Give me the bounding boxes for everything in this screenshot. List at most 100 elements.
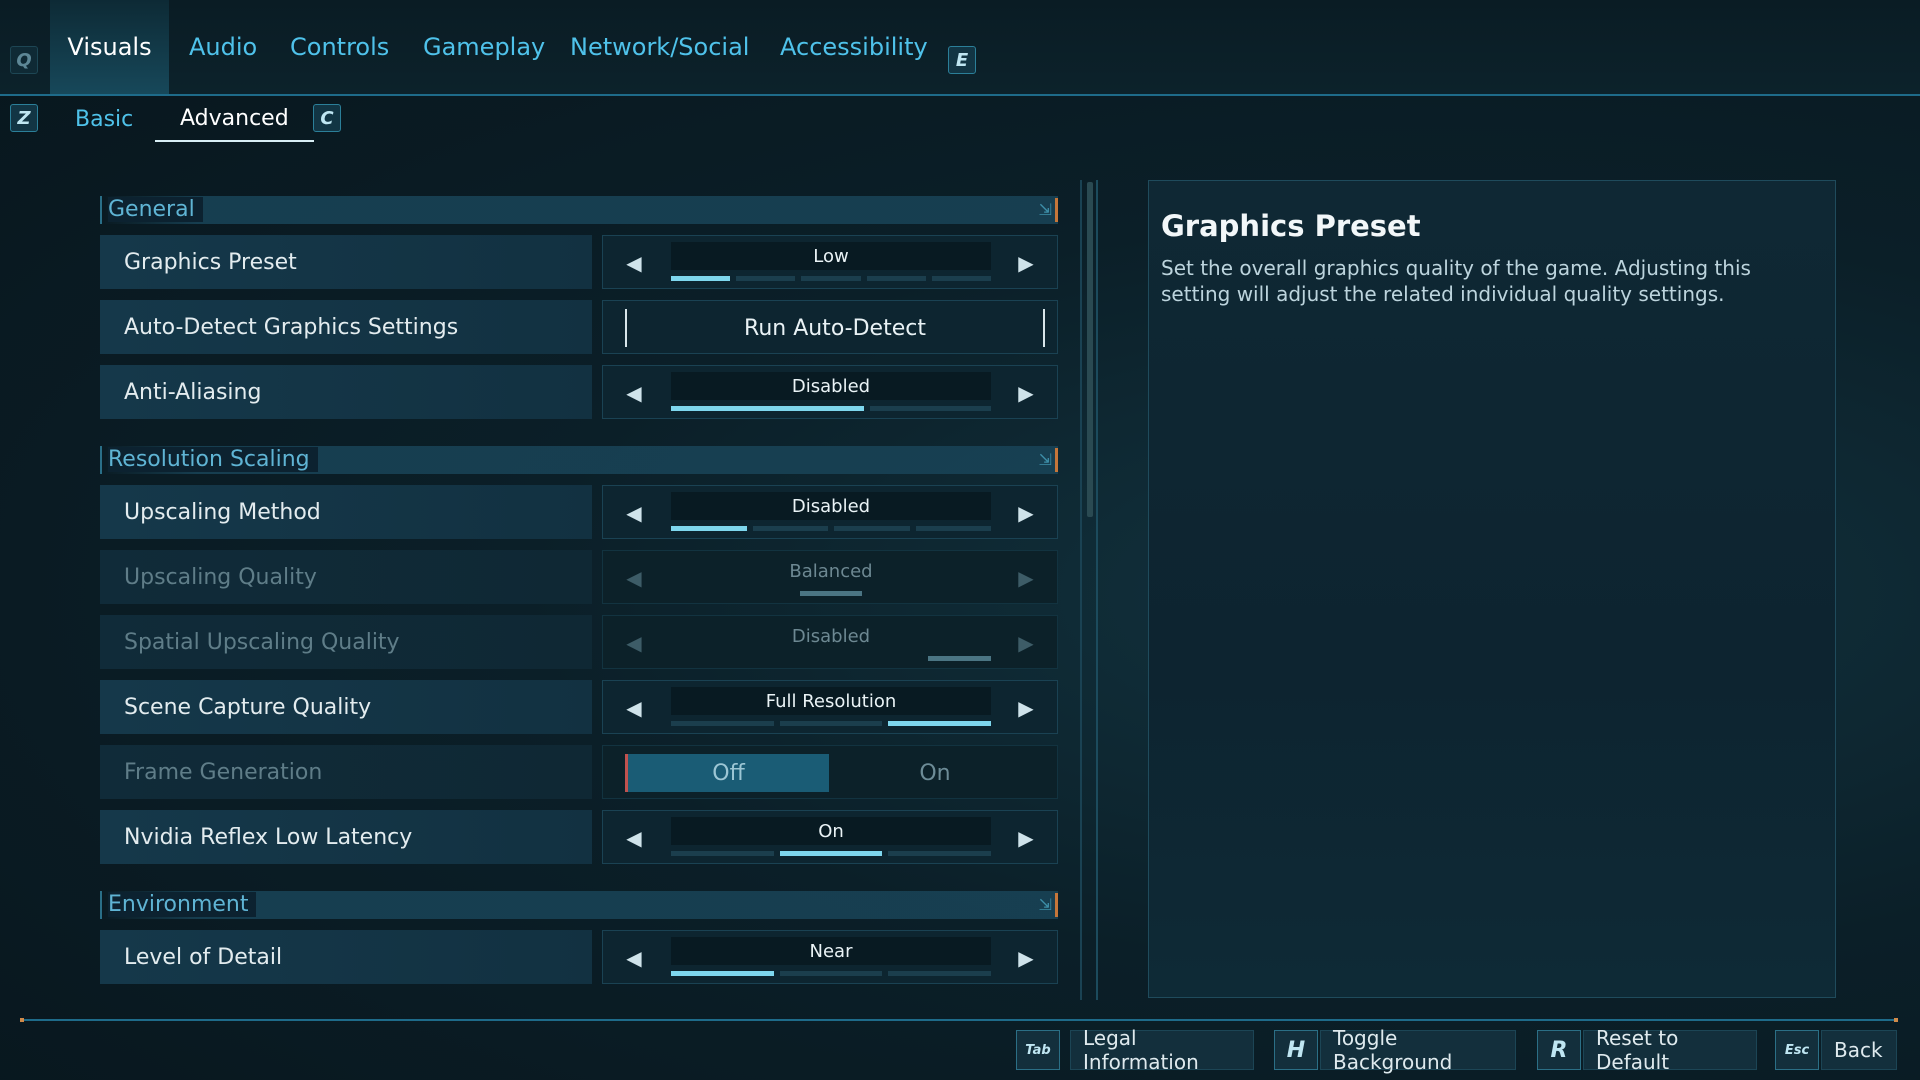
- selector-spatial-upscaling-quality: ◀ Disabled ▶: [602, 615, 1058, 669]
- collapse-icon[interactable]: ⇲: [1039, 895, 1052, 914]
- selector-graphics-preset[interactable]: ◀ Low ▶: [602, 235, 1058, 289]
- level-indicator: [671, 526, 991, 531]
- reset-to-default-button[interactable]: Reset to Default: [1583, 1026, 1757, 1074]
- setting-row-scene-capture-quality[interactable]: Scene Capture Quality ◀ Full Resolution …: [100, 680, 1058, 734]
- arrow-right-icon: ▶: [1018, 566, 1034, 590]
- footer-accent: [1894, 1018, 1898, 1022]
- arrow-left-icon: ◀: [626, 566, 642, 590]
- tab-gameplay[interactable]: Gameplay: [403, 0, 565, 94]
- level-segment: [671, 721, 774, 726]
- level-segment: [931, 276, 992, 281]
- scrollbar-divider: [1096, 180, 1098, 1000]
- setting-label: Anti-Aliasing: [100, 365, 592, 419]
- subtab-next-key-hint[interactable]: C: [313, 104, 341, 132]
- arrow-right-icon[interactable]: ▶: [1013, 250, 1039, 276]
- section-title: Environment: [108, 892, 257, 917]
- description-panel: Graphics Preset Set the overall graphics…: [1148, 180, 1836, 998]
- arrow-left-icon[interactable]: ◀: [621, 380, 647, 406]
- setting-label: Scene Capture Quality: [100, 680, 592, 734]
- scrollbar-thumb[interactable]: [1087, 182, 1093, 517]
- selector-upscaling-quality: ◀ Balanced ▶: [602, 550, 1058, 604]
- section-accent: [1055, 893, 1058, 917]
- tab-accessibility[interactable]: Accessibility: [760, 0, 948, 94]
- esc-key-icon[interactable]: Esc: [1775, 1030, 1819, 1070]
- setting-row-auto-detect[interactable]: Auto-Detect Graphics Settings Run Auto-D…: [100, 300, 1058, 354]
- legal-information-button[interactable]: Legal Information: [1070, 1026, 1254, 1074]
- collapse-icon[interactable]: ⇲: [1039, 450, 1052, 469]
- setting-label: Frame Generation: [100, 745, 592, 799]
- arrow-right-icon[interactable]: ▶: [1013, 695, 1039, 721]
- section-title: General: [108, 197, 203, 222]
- level-indicator: [671, 851, 992, 856]
- setting-label: Upscaling Method: [100, 485, 592, 539]
- run-auto-detect-button[interactable]: Run Auto-Detect: [625, 309, 1045, 347]
- level-segment: [915, 526, 991, 531]
- level-segment: [888, 721, 992, 726]
- toggle-frame-generation: Off On: [602, 745, 1058, 799]
- tab-audio[interactable]: Audio: [169, 0, 277, 94]
- subtab-advanced[interactable]: Advanced: [155, 96, 314, 142]
- section-header-resolution-scaling: Resolution Scaling ⇲: [100, 446, 1058, 474]
- arrow-left-icon[interactable]: ◀: [621, 695, 647, 721]
- r-key-icon[interactable]: R: [1537, 1030, 1581, 1070]
- arrow-right-icon[interactable]: ▶: [1013, 945, 1039, 971]
- selector-value: Disabled: [671, 492, 991, 520]
- arrow-right-icon[interactable]: ▶: [1013, 500, 1039, 526]
- level-segment: [671, 406, 865, 411]
- arrow-left-icon: ◀: [626, 631, 642, 655]
- tab-network-social[interactable]: Network/Social: [550, 0, 769, 94]
- level-segment: [928, 656, 991, 661]
- level-segment: [779, 721, 883, 726]
- selector-value: Low: [671, 242, 991, 270]
- tab-prev-key-hint[interactable]: Q: [10, 46, 38, 74]
- level-indicator: [671, 656, 991, 661]
- description-text: Set the overall graphics quality of the …: [1161, 256, 1751, 306]
- toggle-background-button[interactable]: Toggle Background: [1320, 1026, 1516, 1074]
- level-segment: [834, 526, 910, 531]
- subtab-basic[interactable]: Basic: [50, 96, 158, 142]
- setting-row-graphics-preset[interactable]: Graphics Preset ◀ Low ▶: [100, 235, 1058, 289]
- section-accent: [1055, 198, 1058, 222]
- level-segment: [866, 276, 926, 281]
- back-button[interactable]: Back: [1821, 1030, 1897, 1070]
- level-segment: [801, 276, 861, 281]
- selector-value: Disabled: [791, 625, 871, 647]
- arrow-right-icon[interactable]: ▶: [1013, 380, 1039, 406]
- arrow-right-icon[interactable]: ▶: [1013, 825, 1039, 851]
- arrow-left-icon[interactable]: ◀: [621, 250, 647, 276]
- level-segment: [779, 851, 883, 856]
- level-segment: [868, 591, 991, 596]
- level-indicator: [671, 406, 991, 411]
- arrow-left-icon[interactable]: ◀: [621, 945, 647, 971]
- setting-label: Spatial Upscaling Quality: [100, 615, 592, 669]
- tab-next-key-hint[interactable]: E: [948, 46, 976, 74]
- selector-upscaling-method[interactable]: ◀ Disabled ▶: [602, 485, 1058, 539]
- selector-value: Near: [671, 937, 991, 965]
- selector-anti-aliasing[interactable]: ◀ Disabled ▶: [602, 365, 1058, 419]
- selector-nvidia-reflex[interactable]: ◀ On ▶: [602, 810, 1058, 864]
- arrow-left-icon[interactable]: ◀: [621, 825, 647, 851]
- subtab-prev-key-hint[interactable]: Z: [10, 104, 38, 132]
- level-indicator: [671, 591, 991, 596]
- collapse-icon[interactable]: ⇲: [1039, 200, 1052, 219]
- level-segment: [671, 526, 747, 531]
- setting-row-level-of-detail[interactable]: Level of Detail ◀ Near ▶: [100, 930, 1058, 984]
- setting-row-anti-aliasing[interactable]: Anti-Aliasing ◀ Disabled ▶: [100, 365, 1058, 419]
- tab-visuals[interactable]: Visuals: [50, 0, 169, 94]
- level-segment: [671, 656, 922, 661]
- setting-row-nvidia-reflex[interactable]: Nvidia Reflex Low Latency ◀ On ▶: [100, 810, 1058, 864]
- arrow-left-icon[interactable]: ◀: [621, 500, 647, 526]
- tab-controls[interactable]: Controls: [270, 0, 409, 94]
- level-segment: [736, 276, 796, 281]
- setting-row-upscaling-method[interactable]: Upscaling Method ◀ Disabled ▶: [100, 485, 1058, 539]
- tab-key-icon[interactable]: Tab: [1016, 1030, 1060, 1070]
- selector-scene-capture-quality[interactable]: ◀ Full Resolution ▶: [602, 680, 1058, 734]
- toggle-on-option: On: [919, 760, 951, 786]
- setting-row-spatial-upscaling-quality: Spatial Upscaling Quality ◀ Disabled ▶: [100, 615, 1058, 669]
- level-indicator: [671, 721, 992, 726]
- selector-level-of-detail[interactable]: ◀ Near ▶: [602, 930, 1058, 984]
- section-header-environment: Environment ⇲: [100, 891, 1058, 919]
- level-segment: [671, 591, 794, 596]
- h-key-icon[interactable]: H: [1274, 1030, 1318, 1070]
- auto-detect-control[interactable]: Run Auto-Detect: [602, 300, 1058, 354]
